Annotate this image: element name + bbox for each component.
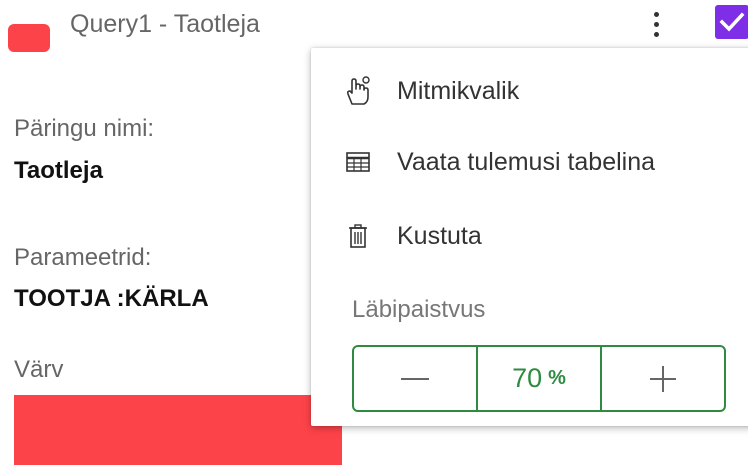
query-name-value: Taotleja — [14, 157, 103, 184]
opacity-increment-button[interactable] — [602, 347, 724, 410]
menu-item-multiselect[interactable]: Mitmikvalik — [311, 61, 748, 121]
minus-icon — [401, 377, 429, 380]
query-title: Query1 - Taotleja — [70, 10, 260, 38]
menu-item-label: Mitmikvalik — [397, 76, 520, 105]
opacity-decrement-button[interactable] — [354, 347, 478, 410]
query-name-label: Päringu nimi: — [14, 115, 155, 142]
hand-pointer-icon — [343, 76, 373, 106]
table-icon — [343, 147, 373, 177]
layer-color-swatch[interactable] — [8, 24, 50, 52]
menu-item-delete[interactable]: Kustuta — [311, 206, 748, 266]
opacity-stepper: 70 % — [352, 345, 726, 412]
checkmark-icon — [719, 12, 745, 32]
opacity-value-display: 70 % — [478, 347, 602, 410]
opacity-unit: % — [548, 367, 566, 389]
plus-icon — [650, 365, 676, 392]
parameters-label: Parameetrid: — [14, 244, 152, 271]
trash-icon — [343, 221, 373, 251]
opacity-value: 70 — [512, 363, 543, 393]
menu-item-label: Vaata tulemusi tabelina — [397, 147, 656, 176]
options-menu: Mitmikvalik Vaata tulemusi tabelina Kust… — [311, 48, 748, 426]
opacity-label: Läbipaistvus — [352, 296, 486, 323]
parameters-value: TOOTJA :KÄRLA — [14, 285, 209, 312]
menu-item-view-table[interactable]: Vaata tulemusi tabelina — [311, 132, 748, 192]
kebab-dot — [653, 21, 659, 27]
kebab-dot — [653, 31, 659, 37]
color-label: Värv — [14, 356, 64, 383]
visibility-checkbox[interactable] — [715, 5, 748, 39]
menu-item-label: Kustuta — [397, 221, 482, 250]
more-options-button[interactable] — [645, 6, 667, 42]
kebab-dot — [653, 11, 659, 17]
color-picker[interactable] — [14, 395, 342, 465]
